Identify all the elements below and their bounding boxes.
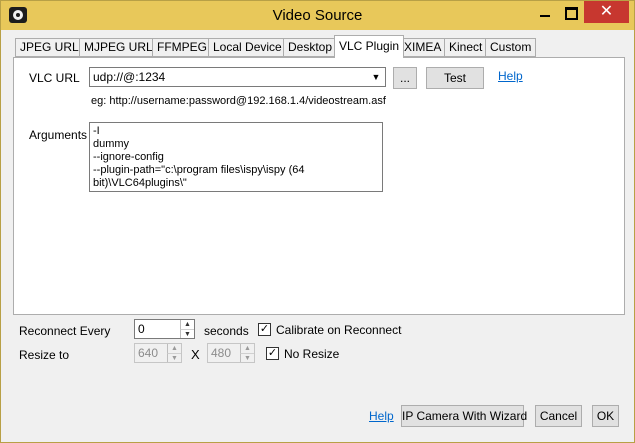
tab-mjpeg-url[interactable]: MJPEG URL — [79, 38, 158, 57]
resize-x-label: X — [191, 347, 200, 362]
calibrate-checkbox[interactable]: ✓ — [258, 323, 271, 336]
tab-custom[interactable]: Custom — [485, 38, 537, 57]
browse-button[interactable]: ... — [393, 67, 417, 89]
tab-ximea[interactable]: XIMEA — [399, 38, 447, 57]
minimize-button[interactable] — [533, 3, 557, 23]
tab-vlc-plugin[interactable]: VLC Plugin — [334, 35, 405, 58]
video-source-dialog: Video Source ✕ JPEG URL MJPEG URL FFMPEG… — [0, 0, 635, 443]
spin-down-icon[interactable]: ▼ — [167, 353, 181, 362]
footer-help-link[interactable]: Help — [369, 409, 394, 423]
tab-jpeg-url[interactable]: JPEG URL — [15, 38, 84, 57]
arguments-label: Arguments — [29, 128, 88, 142]
spin-up-icon[interactable]: ▲ — [167, 344, 181, 353]
spin-down-icon[interactable]: ▼ — [180, 329, 194, 338]
resize-height-stepper[interactable]: 480 ▲ ▼ — [207, 343, 255, 363]
cancel-button[interactable]: Cancel — [535, 405, 582, 427]
spin-up-icon[interactable]: ▲ — [240, 344, 254, 353]
resize-width-stepper[interactable]: 640 ▲ ▼ — [134, 343, 182, 363]
chevron-down-icon[interactable]: ▼ — [369, 70, 383, 84]
arguments-textarea[interactable]: -I dummy --ignore-config --plugin-path="… — [89, 122, 383, 192]
no-resize-checkbox[interactable]: ✓ — [266, 347, 279, 360]
vlc-url-label: VLC URL — [29, 71, 80, 85]
ok-button[interactable]: OK — [592, 405, 619, 427]
resize-label: Resize to — [19, 348, 70, 362]
vlc-url-example: eg: http://username:password@192.168.1.4… — [91, 95, 386, 107]
tab-local-device[interactable]: Local Device — [208, 38, 287, 57]
vlc-help-link[interactable]: Help — [498, 69, 523, 83]
reconnect-seconds-stepper[interactable]: 0 ▲ ▼ — [134, 319, 195, 339]
no-resize-label: No Resize — [284, 347, 340, 361]
tab-kinect[interactable]: Kinect — [444, 38, 488, 57]
reconnect-label: Reconnect Every — [19, 324, 111, 338]
spin-down-icon[interactable]: ▼ — [240, 353, 254, 362]
calibrate-label: Calibrate on Reconnect — [276, 323, 402, 337]
maximize-button[interactable] — [559, 3, 583, 23]
vlc-url-combo[interactable]: udp://@:1234 ▼ — [89, 67, 386, 87]
tab-desktop[interactable]: Desktop — [283, 38, 338, 57]
ip-camera-wizard-button[interactable]: IP Camera With Wizard — [401, 405, 527, 427]
vlc-url-value: udp://@:1234 — [93, 70, 166, 84]
test-button[interactable]: Test — [426, 67, 484, 89]
resize-height-value: 480 — [211, 346, 232, 360]
tab-ffmpeg[interactable]: FFMPEG — [152, 38, 212, 57]
close-button[interactable]: ✕ — [584, 1, 629, 23]
seconds-label: seconds — [204, 324, 249, 338]
reconnect-seconds-value: 0 — [138, 322, 145, 336]
title-bar[interactable]: Video Source ✕ — [1, 1, 634, 30]
resize-width-value: 640 — [138, 346, 159, 360]
spin-up-icon[interactable]: ▲ — [180, 320, 194, 329]
